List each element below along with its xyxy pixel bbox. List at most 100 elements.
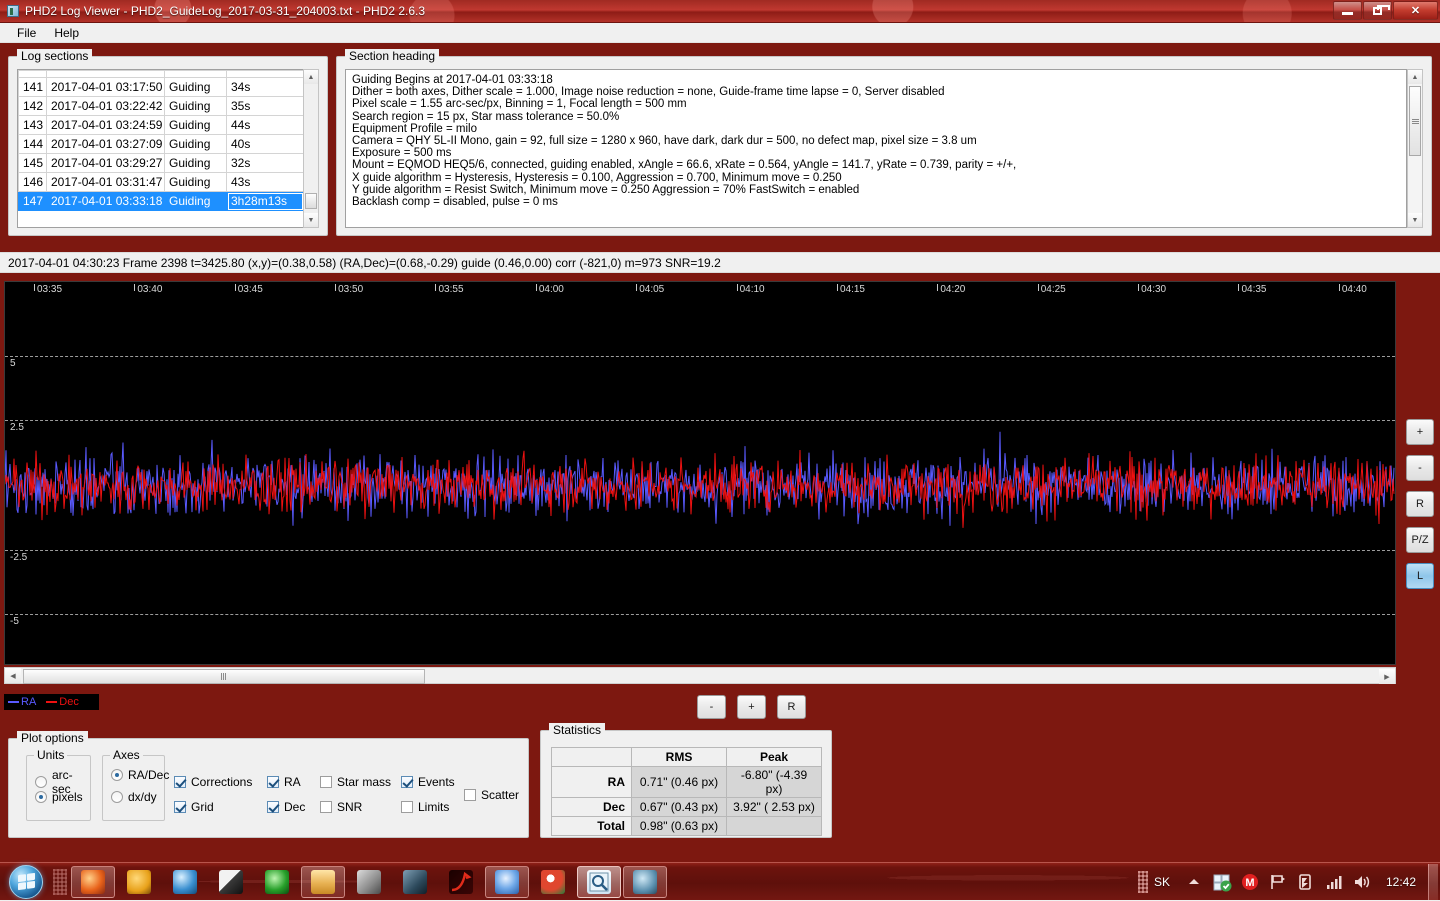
- radio-icon: [111, 791, 123, 803]
- curve-app-icon: [449, 869, 473, 894]
- table-row[interactable]: 146 2017-04-01 03:31:47 Guiding 43s: [18, 172, 304, 192]
- checkbox-icon-checked: [267, 776, 279, 788]
- browser-icon: [173, 869, 197, 894]
- x-axis-tick-label: 04:40: [1338, 284, 1367, 295]
- tray-grip[interactable]: [1137, 871, 1148, 893]
- scroll-down-icon[interactable]: ▼: [1408, 213, 1422, 227]
- checkbox-icon: [320, 801, 332, 813]
- checkbox-ra[interactable]: RA: [267, 775, 301, 789]
- flag-icon[interactable]: [1268, 872, 1288, 892]
- table-row[interactable]: 142 2017-04-01 03:22:42 Guiding 35s: [18, 96, 304, 116]
- y-axis-tick-label: -2.5: [10, 551, 28, 563]
- x-axis-tick-label: 03:40: [134, 284, 162, 295]
- radio-label: RA/Dec: [128, 768, 170, 782]
- show-hidden-icon[interactable]: [1184, 872, 1204, 892]
- menu-item-help[interactable]: Help: [45, 24, 88, 42]
- checkbox-label: Dec: [284, 800, 306, 814]
- checkbox-corrections[interactable]: Corrections: [174, 775, 252, 789]
- checkbox-events[interactable]: Events: [401, 775, 455, 789]
- lock-button[interactable]: L: [1406, 563, 1434, 589]
- hscale-reset-button[interactable]: R: [777, 695, 806, 719]
- menu-bar: File Help: [0, 23, 1440, 43]
- photo-app-taskbar-button[interactable]: [393, 866, 437, 898]
- chart-bottom-toolbar: - + R: [697, 695, 806, 719]
- media-taskbar-button[interactable]: [347, 866, 391, 898]
- legend-swatch-ra: [8, 701, 19, 703]
- phd2-logviewer-taskbar-button[interactable]: [577, 865, 621, 898]
- log-sections-scrollbar[interactable]: ▲ ▼: [303, 69, 319, 228]
- mail-icon[interactable]: M: [1240, 872, 1260, 892]
- scroll-up-icon[interactable]: ▲: [1408, 70, 1422, 84]
- checkbox-dec[interactable]: Dec: [267, 800, 305, 814]
- pan-zoom-button[interactable]: P/Z: [1406, 527, 1434, 553]
- reset-button[interactable]: R: [1406, 491, 1434, 517]
- update-icon[interactable]: [1212, 872, 1232, 892]
- checkbox-grid[interactable]: Grid: [174, 800, 214, 814]
- radio-pixels[interactable]: pixels: [35, 790, 83, 804]
- scroll-down-icon[interactable]: ▼: [304, 213, 318, 227]
- plot-options-panel: Plot options Units arc-sec pixels Axes R…: [8, 731, 529, 838]
- chrome-taskbar-button[interactable]: [531, 866, 575, 898]
- file-explorer-taskbar-button[interactable]: [301, 865, 345, 898]
- table-row-selected[interactable]: 147 2017-04-01 03:33:18 Guiding 3h28m13s: [18, 191, 304, 211]
- taskbar-grip[interactable]: [53, 868, 67, 895]
- checkbox-label: SNR: [337, 800, 363, 814]
- scrollbar-thumb[interactable]: [1409, 86, 1421, 156]
- start-orb[interactable]: [2, 864, 50, 900]
- firefox-taskbar-button[interactable]: [71, 865, 115, 898]
- language-indicator[interactable]: SK: [1154, 875, 1170, 889]
- close-button[interactable]: ✕: [1393, 1, 1438, 20]
- section-heading-scrollbar[interactable]: ▲ ▼: [1407, 69, 1423, 228]
- scroll-up-icon[interactable]: ▲: [304, 70, 318, 84]
- thunderbird-taskbar-button[interactable]: [117, 866, 161, 898]
- radio-radec[interactable]: RA/Dec: [111, 768, 169, 782]
- axes-title: Axes: [110, 748, 143, 762]
- scrollbar-thumb[interactable]: [305, 193, 317, 209]
- row-duration: 40s: [226, 134, 304, 154]
- heading-line: Mount = EQMOD HEQ5/6, connected, guiding…: [352, 159, 1017, 172]
- guide-plot-chart[interactable]: 03:35 03:40 03:45 03:50 03:55 04:00 04:05 04:10…: [4, 281, 1396, 665]
- network-icon[interactable]: [1324, 872, 1344, 892]
- zoom-in-button[interactable]: +: [1406, 419, 1434, 445]
- scrollbar-thumb[interactable]: [23, 669, 425, 684]
- scroll-left-icon[interactable]: ◀: [5, 668, 21, 683]
- table-row: RA 0.71" (0.46 px) -6.80" (-4.39 px): [551, 766, 822, 798]
- diamond-app-taskbar-button[interactable]: [485, 865, 529, 898]
- table-row[interactable]: 144 2017-04-01 03:27:09 Guiding 40s: [18, 134, 304, 154]
- checkbox-icon: [320, 776, 332, 788]
- checkbox-scatter[interactable]: Scatter: [464, 788, 519, 802]
- section-heading-text[interactable]: Guiding Begins at 2017-04-01 03:33:18 Di…: [345, 69, 1407, 228]
- phd2-taskbar-button[interactable]: [623, 865, 667, 898]
- checkbox-star-mass[interactable]: Star mass: [320, 775, 391, 789]
- menu-item-file[interactable]: File: [8, 24, 45, 42]
- table-row[interactable]: 145 2017-04-01 03:29:27 Guiding 32s: [18, 153, 304, 173]
- log-sections-table-container[interactable]: 141 2017-04-01 03:17:50 Guiding 34s 142 …: [17, 69, 305, 228]
- show-desktop-button[interactable]: [1428, 864, 1438, 900]
- units-title: Units: [34, 748, 68, 762]
- volume-icon[interactable]: [1352, 872, 1372, 892]
- zoom-out-button[interactable]: -: [1406, 455, 1434, 481]
- checkbox-snr[interactable]: SNR: [320, 800, 362, 814]
- hscale-up-button[interactable]: +: [737, 695, 766, 719]
- total-rms-value: 0.98" (0.63 px): [631, 816, 727, 836]
- power-icon[interactable]: [1296, 872, 1316, 892]
- chart-horizontal-scrollbar[interactable]: ◀ ▶: [4, 667, 1396, 684]
- clock[interactable]: 12:42: [1386, 875, 1416, 889]
- restore-button[interactable]: [1363, 1, 1392, 20]
- heading-line: Exposure = 500 ms: [352, 147, 452, 160]
- table-row[interactable]: 141 2017-04-01 03:17:50 Guiding 34s: [18, 77, 304, 97]
- green-app-taskbar-button[interactable]: [255, 866, 299, 898]
- radio-dxdy[interactable]: dx/dy: [111, 790, 157, 804]
- hscale-down-button[interactable]: -: [697, 695, 726, 719]
- checkbox-label: RA: [284, 775, 301, 789]
- x-axis-tick-label: 04:20: [937, 284, 965, 295]
- image-viewer-taskbar-button[interactable]: [209, 866, 253, 898]
- checkbox-limits[interactable]: Limits: [401, 800, 449, 814]
- curve-app-taskbar-button[interactable]: [439, 866, 483, 898]
- browser-taskbar-button[interactable]: [163, 866, 207, 898]
- table-row[interactable]: 143 2017-04-01 03:24:59 Guiding 44s: [18, 115, 304, 135]
- scroll-right-icon[interactable]: ▶: [1379, 669, 1395, 684]
- minimize-button[interactable]: [1333, 1, 1362, 20]
- chart-gridline: [5, 614, 1395, 616]
- legend-label-dec: Dec: [59, 696, 79, 708]
